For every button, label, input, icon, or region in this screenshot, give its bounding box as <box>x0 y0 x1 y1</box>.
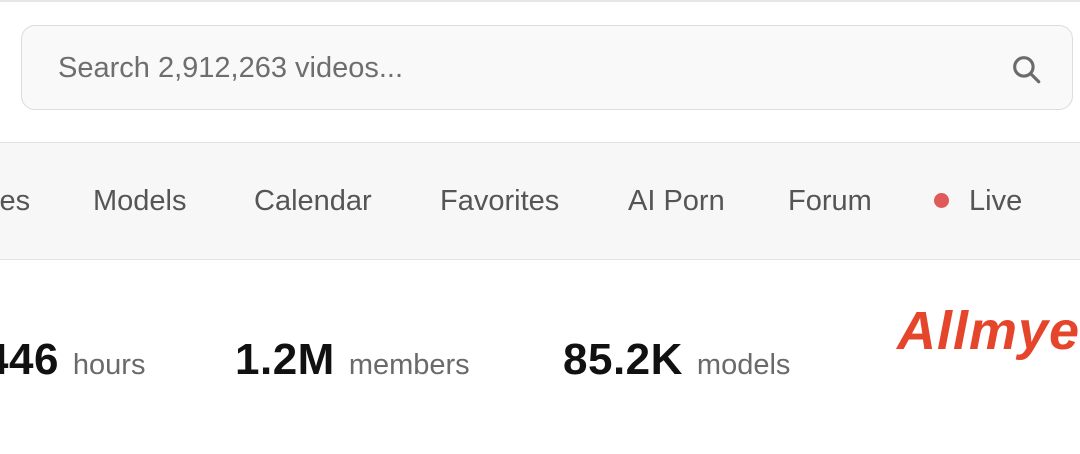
live-dot-icon <box>934 192 949 208</box>
search-bar <box>21 25 1073 110</box>
stat-label: hours <box>72 349 146 381</box>
nav-item-models[interactable]: Models <box>93 183 187 219</box>
brand-logo[interactable]: Allmye <box>897 300 1080 362</box>
stat-members: 1.2M members <box>235 330 470 400</box>
stat-value: 85.2K <box>563 335 683 384</box>
top-divider <box>0 0 1080 2</box>
stat-label: members <box>348 349 470 381</box>
search-icon <box>1013 56 1041 84</box>
search-input[interactable] <box>58 48 958 88</box>
nav-item-calendar[interactable]: Calendar <box>254 183 372 219</box>
stat-hours: 446 hours <box>0 330 145 400</box>
stat-models: 85.2K models <box>563 330 790 400</box>
stat-value: 1.2M <box>235 335 335 384</box>
stat-label: models <box>696 349 791 381</box>
stat-value: 446 <box>0 335 59 384</box>
nav-item-favorites[interactable]: Favorites <box>440 183 559 219</box>
nav-item-ai-porn[interactable]: AI Porn <box>628 183 725 219</box>
nav-item-live-label: Live <box>969 185 1023 217</box>
nav-item-forum[interactable]: Forum <box>788 183 872 219</box>
main-nav: ies Models Calendar Favorites AI Porn Fo… <box>0 142 1080 260</box>
page: ies Models Calendar Favorites AI Porn Fo… <box>0 0 1080 454</box>
search-button[interactable] <box>1008 51 1044 87</box>
nav-item-categories[interactable]: ies <box>0 183 30 219</box>
nav-item-live[interactable]: Live <box>934 183 1022 219</box>
